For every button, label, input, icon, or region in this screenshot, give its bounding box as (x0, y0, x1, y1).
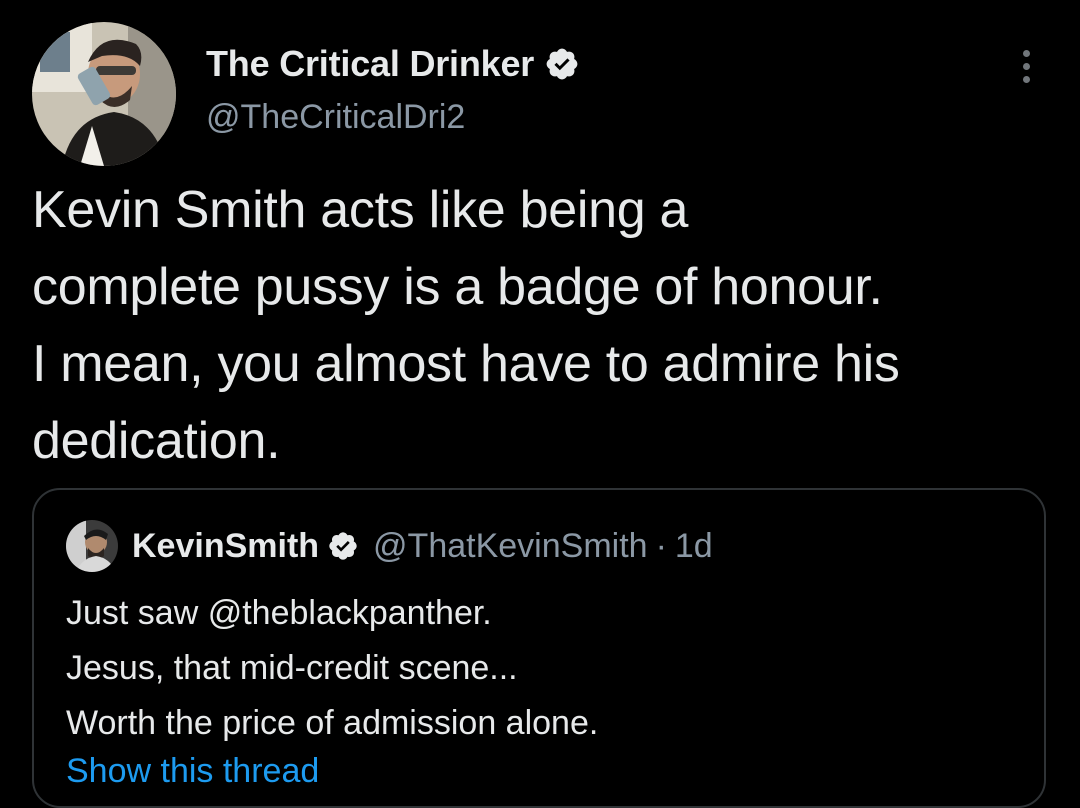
quoted-author-avatar[interactable] (66, 520, 118, 572)
quoted-author-handle[interactable]: @ThatKevinSmith (373, 527, 648, 566)
tweet-text-line: Kevin Smith acts like being a (32, 181, 689, 239)
quoted-tweet-text: Just saw @theblackpanther. Jesus, that m… (66, 586, 598, 751)
more-vertical-icon (1022, 75, 1030, 83)
profile-photo (66, 520, 118, 572)
tweet-text: Kevin Smith acts like being a complete p… (32, 172, 1052, 480)
quoted-tweet-line: Jesus, that mid-credit scene... (66, 649, 518, 687)
more-options-button[interactable] (1008, 44, 1044, 88)
author-display-name[interactable]: The Critical Drinker (206, 43, 534, 85)
quoted-tweet-card[interactable]: KevinSmith @ThatKevinSmith · 1d Just saw… (32, 488, 1046, 808)
tweet-text-line: dedication. (32, 412, 281, 470)
more-vertical-icon (1022, 62, 1030, 70)
tweet-text-line: complete pussy is a badge of honour. (32, 258, 883, 316)
tweet: The Critical Drinker @TheCriticalDri2 Ke… (0, 0, 1080, 808)
verified-badge-icon (546, 48, 578, 80)
quoted-tweet-timestamp[interactable]: 1d (675, 527, 713, 566)
quoted-author-display-name[interactable]: KevinSmith (132, 527, 319, 566)
verified-badge-icon (329, 532, 357, 560)
author-block: The Critical Drinker @TheCriticalDri2 (206, 42, 580, 137)
separator-dot: · (655, 526, 667, 565)
quoted-tweet-header: KevinSmith @ThatKevinSmith · 1d (66, 520, 713, 572)
more-vertical-icon (1022, 49, 1030, 57)
tweet-text-line: I mean, you almost have to admire his (32, 335, 900, 393)
author-avatar[interactable] (32, 22, 176, 166)
quoted-tweet-line: Worth the price of admission alone. (66, 704, 599, 742)
quoted-tweet-line: Just saw @theblackpanther. (66, 594, 492, 632)
author-name-row: The Critical Drinker (206, 42, 580, 86)
author-handle[interactable]: @TheCriticalDri2 (206, 98, 580, 137)
profile-photo (32, 22, 176, 166)
